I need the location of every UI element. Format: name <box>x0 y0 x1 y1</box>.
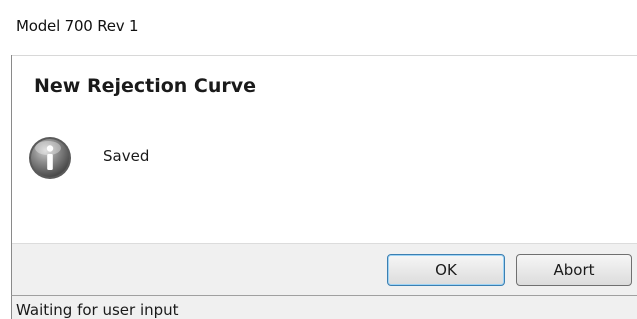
status-text: Waiting for user input <box>16 301 179 319</box>
window-title: Model 700 Rev 1 <box>16 17 139 35</box>
dialog-message: Saved <box>103 147 150 165</box>
info-icon <box>29 137 71 179</box>
dialog-divider <box>12 55 637 56</box>
message-dialog: New Rejection Curve Saved OK Abort <box>11 55 637 296</box>
status-bar: Waiting for user input <box>11 295 637 319</box>
dialog-button-bar: OK Abort <box>12 243 637 296</box>
ok-button[interactable]: OK <box>387 254 505 286</box>
dialog-heading: New Rejection Curve <box>34 75 257 97</box>
abort-button[interactable]: Abort <box>516 254 632 286</box>
